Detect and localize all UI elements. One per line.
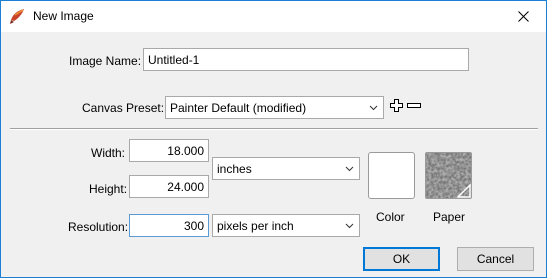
paper-texture-swatch[interactable] xyxy=(425,152,472,199)
image-name-label: Image Name: xyxy=(69,54,142,68)
color-swatch[interactable] xyxy=(368,152,415,199)
height-label: Height: xyxy=(89,182,128,196)
chevron-down-icon xyxy=(345,166,354,172)
title-bar: New Image xyxy=(1,1,546,32)
canvas-preset-select[interactable]: Painter Default (modified) xyxy=(165,96,384,119)
chevron-down-icon xyxy=(345,223,354,229)
new-image-dialog: New Image Image Name: Canvas Preset: Pai… xyxy=(0,0,547,278)
resolution-unit-select[interactable]: pixels per inch xyxy=(212,214,360,237)
resolution-unit-value: pixels per inch xyxy=(217,219,294,233)
minus-icon[interactable] xyxy=(407,102,422,109)
resolution-label: Resolution: xyxy=(68,220,129,234)
close-icon xyxy=(517,11,529,22)
canvas-preset-value: Painter Default (modified) xyxy=(170,101,307,115)
ok-button[interactable]: OK xyxy=(363,247,440,271)
painter-brush-icon xyxy=(10,9,24,24)
separator xyxy=(10,128,538,130)
height-input[interactable] xyxy=(129,175,209,198)
paper-texture-image xyxy=(426,153,471,198)
size-unit-value: inches xyxy=(217,162,252,176)
width-input[interactable] xyxy=(129,139,209,162)
cancel-button[interactable]: Cancel xyxy=(457,247,534,271)
canvas-preset-label: Canvas Preset: xyxy=(82,101,165,115)
width-label: Width: xyxy=(91,146,126,160)
resolution-input[interactable] xyxy=(129,214,209,237)
paper-label: Paper xyxy=(433,210,466,224)
image-name-input[interactable] xyxy=(143,48,469,71)
window-title: New Image xyxy=(33,9,94,23)
size-unit-select[interactable]: inches xyxy=(212,157,360,180)
plus-icon[interactable] xyxy=(390,99,403,112)
color-label: Color xyxy=(376,210,405,224)
close-button[interactable] xyxy=(500,1,546,32)
chevron-down-icon xyxy=(369,105,378,111)
